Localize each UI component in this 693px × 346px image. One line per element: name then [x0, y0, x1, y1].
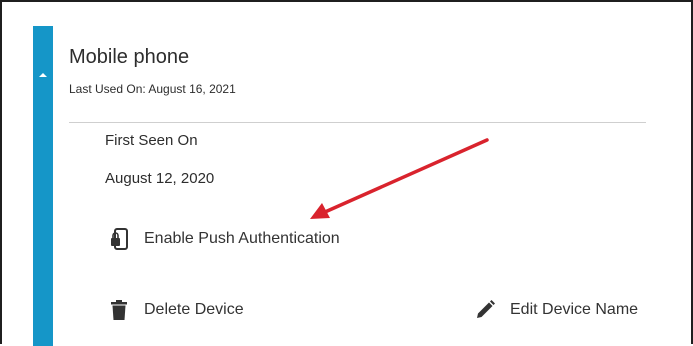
enable-push-authentication-button[interactable]: Enable Push Authentication: [108, 228, 340, 250]
device-card-frame: Mobile phone Last Used On: August 16, 20…: [0, 0, 693, 346]
enable-push-authentication-label: Enable Push Authentication: [144, 230, 340, 247]
chevron-up-icon: [39, 73, 47, 77]
delete-device-button[interactable]: Delete Device: [108, 299, 244, 321]
divider: [69, 122, 646, 123]
trash-icon: [108, 299, 130, 321]
first-seen-value: August 12, 2020: [105, 170, 215, 187]
collapse-toggle[interactable]: [33, 67, 53, 83]
phone-lock-icon: [108, 228, 130, 250]
last-used-text: Last Used On: August 16, 2021: [69, 82, 236, 96]
device-title: Mobile phone: [69, 46, 190, 68]
delete-device-label: Delete Device: [144, 301, 244, 318]
pencil-icon: [474, 299, 496, 321]
edit-device-name-label: Edit Device Name: [510, 301, 639, 318]
edit-device-name-button[interactable]: Edit Device Name: [474, 299, 638, 321]
first-seen-label: First Seen On: [105, 132, 198, 149]
